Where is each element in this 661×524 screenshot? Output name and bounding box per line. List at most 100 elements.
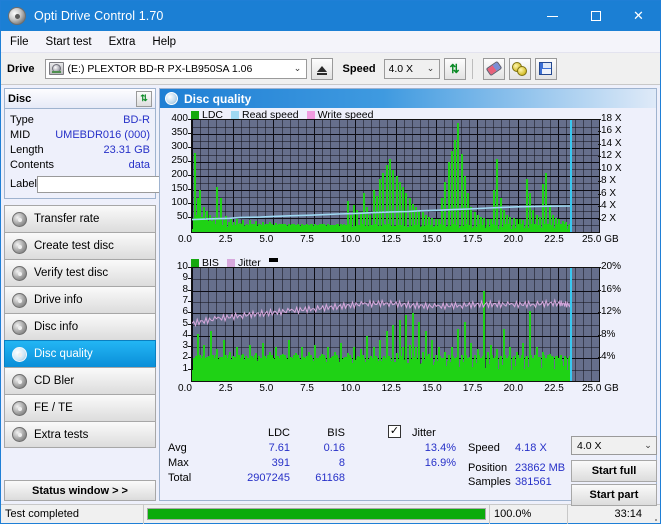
sidebar-item-cd-bler[interactable]: CD Bler: [4, 367, 156, 394]
sidebar-item-fe-te[interactable]: FE / TE: [4, 394, 156, 421]
sidebar-item-disc-info[interactable]: Disc info: [4, 313, 156, 340]
axis-tick: [188, 312, 191, 313]
axis-tick-label: 50: [160, 211, 188, 222]
axis-tick-label: 1: [160, 363, 188, 374]
axis-tick: [188, 346, 191, 347]
disc-icon: [12, 401, 27, 416]
sidebar-item-drive-info[interactable]: Drive info: [4, 286, 156, 313]
legend-swatch-jitter: [227, 259, 235, 267]
disc-icon: [12, 293, 27, 308]
axis-tick-label: 7.5: [300, 234, 314, 245]
jitter-checkbox[interactable]: ✓: [388, 425, 401, 438]
axis-tick: [598, 169, 601, 170]
axis-tick-label: 8: [160, 284, 188, 295]
toolbar-divider: [472, 59, 473, 79]
axis-tick: [188, 324, 191, 325]
nav-list: Transfer rate Create test disc Verify te…: [4, 205, 156, 448]
axis-tick: [598, 357, 601, 358]
sidebar-spacer: [4, 448, 156, 480]
disc-row-mid: MID UMEBDR016 (000): [10, 127, 150, 142]
axis-tick: [598, 131, 601, 132]
menu-item-start-test[interactable]: Start test: [46, 36, 92, 48]
chevron-down-icon: ⌄: [640, 440, 656, 451]
save-button[interactable]: [535, 58, 557, 80]
charts-area: LDC Read speed Write speed: [160, 108, 656, 422]
axis-tick: [188, 217, 191, 218]
drive-select[interactable]: (E:) PLEXTOR BD-R PX-LB950SA 1.06 ⌄: [45, 59, 307, 79]
status-window-button[interactable]: Status window > >: [4, 480, 156, 501]
axis-tick-label: 3: [160, 340, 188, 351]
maximize-button[interactable]: [574, 1, 617, 31]
menu-item-extra[interactable]: Extra: [109, 36, 136, 48]
speed-stat-label: Speed: [468, 442, 500, 454]
menu-item-help[interactable]: Help: [152, 36, 176, 48]
axis-tick-label: 10.0: [341, 383, 360, 394]
close-button[interactable]: ✕: [617, 1, 660, 31]
sidebar-item-extra-tests[interactable]: Extra tests: [4, 421, 156, 448]
sidebar-item-transfer-rate[interactable]: Transfer rate: [4, 205, 156, 232]
sidebar-item-label: CD Bler: [34, 375, 74, 387]
disc-icon: [12, 266, 27, 281]
axis-tick-label: 16 X: [601, 125, 622, 136]
minimize-button[interactable]: [531, 1, 574, 31]
speed-select[interactable]: 4.0 X ⌄: [384, 59, 440, 79]
sidebar-item-create-test-disc[interactable]: Create test disc: [4, 232, 156, 259]
checkbox-icon: ✓: [388, 425, 401, 438]
axis-tick-label: 0.0: [178, 234, 192, 245]
disc-contents-value: data: [129, 159, 150, 171]
samples-stat-value: 381561: [515, 476, 552, 488]
chevron-down-icon: ⌄: [423, 63, 439, 74]
copy-disc-button[interactable]: [509, 58, 531, 80]
axis-tick: [598, 119, 601, 120]
axis-tick-label: 17.5: [463, 234, 482, 245]
axis-tick-label: 2: [160, 351, 188, 362]
axis-tick: [188, 335, 191, 336]
start-full-button[interactable]: Start full: [571, 460, 657, 482]
axis-tick: [598, 219, 601, 220]
stat-bis-total: 61168: [295, 472, 345, 484]
eject-button[interactable]: [311, 58, 333, 80]
stat-header-bis: BIS: [300, 427, 345, 439]
resize-grip[interactable]: [646, 505, 660, 524]
eraser-icon: [485, 61, 502, 76]
disc-refresh-button[interactable]: ⇅: [136, 91, 152, 107]
drive-toolbar: Drive (E:) PLEXTOR BD-R PX-LB950SA 1.06 …: [1, 53, 660, 85]
progress-cell: [144, 505, 490, 524]
axis-tick-label: 10 X: [601, 163, 622, 174]
disc-panel-title: Disc: [8, 93, 136, 105]
legend-swatch-write-speed: [307, 111, 315, 119]
erase-button[interactable]: [483, 58, 505, 80]
speed-label: Speed: [343, 63, 376, 75]
start-part-button[interactable]: Start part: [571, 484, 657, 506]
axis-tick: [188, 290, 191, 291]
maximize-icon: [591, 11, 601, 21]
axis-tick: [598, 156, 601, 157]
test-speed-select[interactable]: 4.0 X ⌄: [571, 436, 657, 455]
disc-icon: [12, 427, 27, 442]
axis-tick: [188, 119, 191, 120]
chart-line-jitter: [192, 268, 599, 381]
status-bar: Test completed 100.0% 33:14: [1, 504, 660, 523]
axis-tick-label: 20.0: [504, 383, 523, 394]
sidebar-item-disc-quality[interactable]: Disc quality: [4, 340, 156, 367]
drive-label: Drive: [7, 63, 35, 75]
legend-swatch-read-speed: [231, 111, 239, 119]
stat-ldc-max: 391: [220, 457, 290, 469]
close-icon: ✕: [633, 8, 644, 24]
test-speed-value: 4.0 X: [577, 440, 640, 452]
axis-tick-label: 2 X: [601, 213, 616, 224]
progress-percent: 100.0%: [490, 505, 568, 524]
sidebar-item-verify-test-disc[interactable]: Verify test disc: [4, 259, 156, 286]
position-stat-label: Position: [468, 462, 507, 474]
menu-item-file[interactable]: File: [10, 36, 29, 48]
disc-panel-header: Disc ⇅: [5, 89, 155, 109]
legend-swatch-bis: [191, 259, 199, 267]
title-bar: Opti Drive Control 1.70 ✕: [1, 1, 660, 31]
axis-tick-label: 12%: [601, 306, 621, 317]
axis-tick: [598, 206, 601, 207]
axis-tick-label: 22.5: [544, 234, 563, 245]
axis-tick-label: 20%: [601, 261, 621, 272]
refresh-button[interactable]: ⇅: [444, 58, 466, 80]
stat-ldc-avg: 7.61: [220, 442, 290, 454]
discs-icon: [512, 62, 528, 76]
